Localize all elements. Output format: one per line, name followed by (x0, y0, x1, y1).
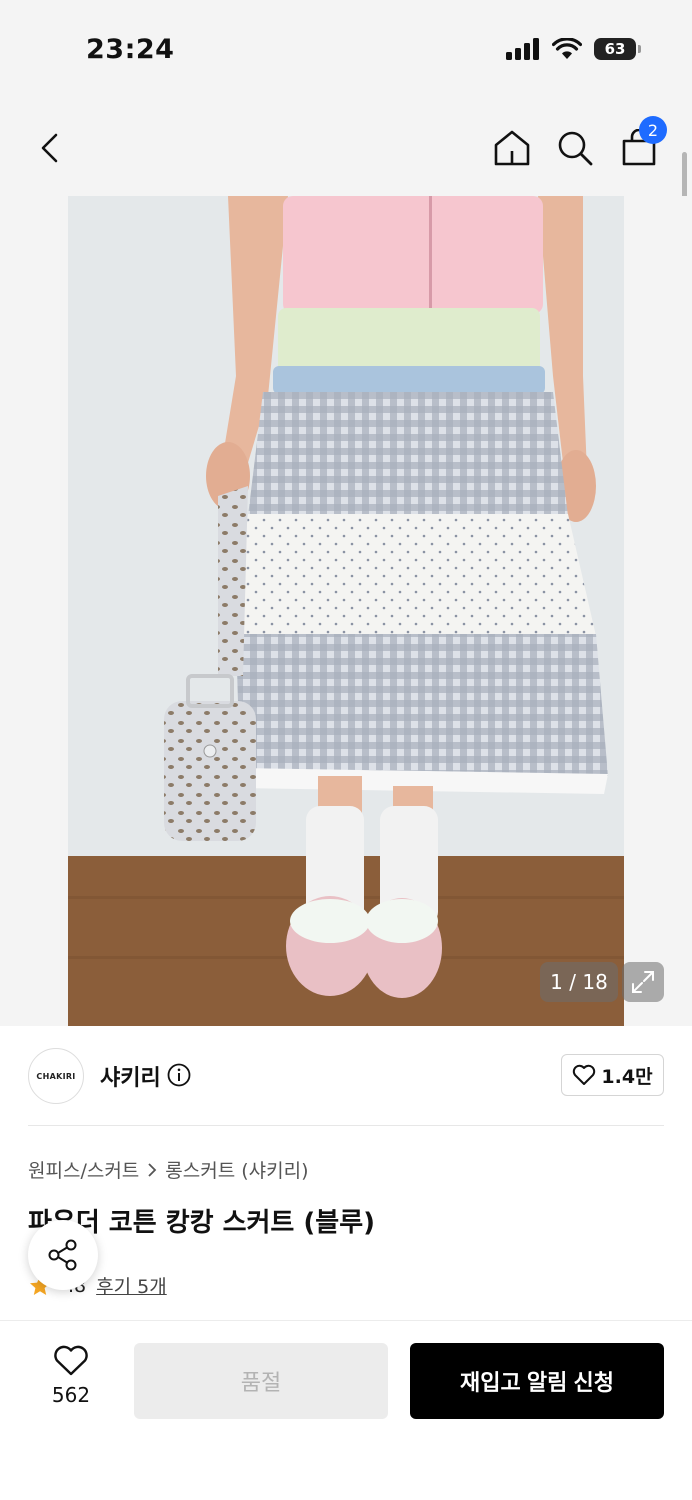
seller-logo[interactable]: CHAKIRI (28, 1048, 84, 1104)
signal-icon (506, 38, 539, 60)
chevron-right-icon (148, 1162, 157, 1177)
back-icon (41, 133, 58, 163)
status-icons: 63 (506, 38, 641, 60)
cart-count-badge: 2 (639, 116, 667, 144)
store-favorite-button[interactable]: 1.4만 (561, 1054, 664, 1096)
restock-alert-button[interactable]: 재입고 알림 신청 (410, 1343, 664, 1419)
back-button[interactable] (28, 126, 72, 170)
review-count-link[interactable]: 후기 5개 (96, 1272, 167, 1299)
heart-icon (54, 1345, 88, 1376)
divider (28, 1125, 664, 1126)
soldout-button[interactable]: 품절 (134, 1343, 388, 1419)
wifi-icon (552, 38, 582, 59)
expand-button[interactable] (622, 962, 664, 1002)
cart-button[interactable]: 2 (617, 116, 667, 170)
seller-name[interactable]: 샤키리 (100, 1060, 161, 1092)
seller-row[interactable]: CHAKIRI 샤키리 1.4만 (0, 1026, 692, 1126)
breadcrumb: 원피스/스커트 롱스커트 (샤키리) (28, 1156, 309, 1183)
share-button[interactable] (28, 1220, 98, 1290)
bottom-action-bar: 562 품절 재입고 알림 신청 (0, 1320, 692, 1500)
store-favorite-count: 1.4만 (601, 1065, 653, 1088)
status-time: 23:24 (86, 34, 175, 65)
wish-button[interactable]: 562 (40, 1345, 102, 1407)
breadcrumb-item-subcategory[interactable]: 롱스커트 (샤키리) (165, 1156, 308, 1183)
status-bar: 23:24 63 (0, 0, 692, 100)
product-photo[interactable] (68, 196, 624, 1026)
search-button[interactable] (553, 126, 597, 170)
breadcrumb-item-category[interactable]: 원피스/스커트 (28, 1156, 139, 1183)
share-icon (48, 1239, 77, 1271)
home-button[interactable] (490, 126, 534, 170)
search-icon (558, 131, 593, 166)
heart-icon (573, 1064, 596, 1085)
product-photo-illustration (68, 196, 624, 1026)
image-counter: 1 / 18 (540, 962, 618, 1002)
top-nav: 2 (0, 100, 692, 196)
home-icon (494, 130, 530, 166)
battery-indicator: 63 (594, 38, 641, 60)
product-gallery[interactable]: 1 / 18 (0, 196, 692, 1026)
expand-icon (632, 971, 654, 993)
wish-count: 562 (51, 1383, 91, 1407)
info-icon[interactable] (167, 1063, 191, 1087)
